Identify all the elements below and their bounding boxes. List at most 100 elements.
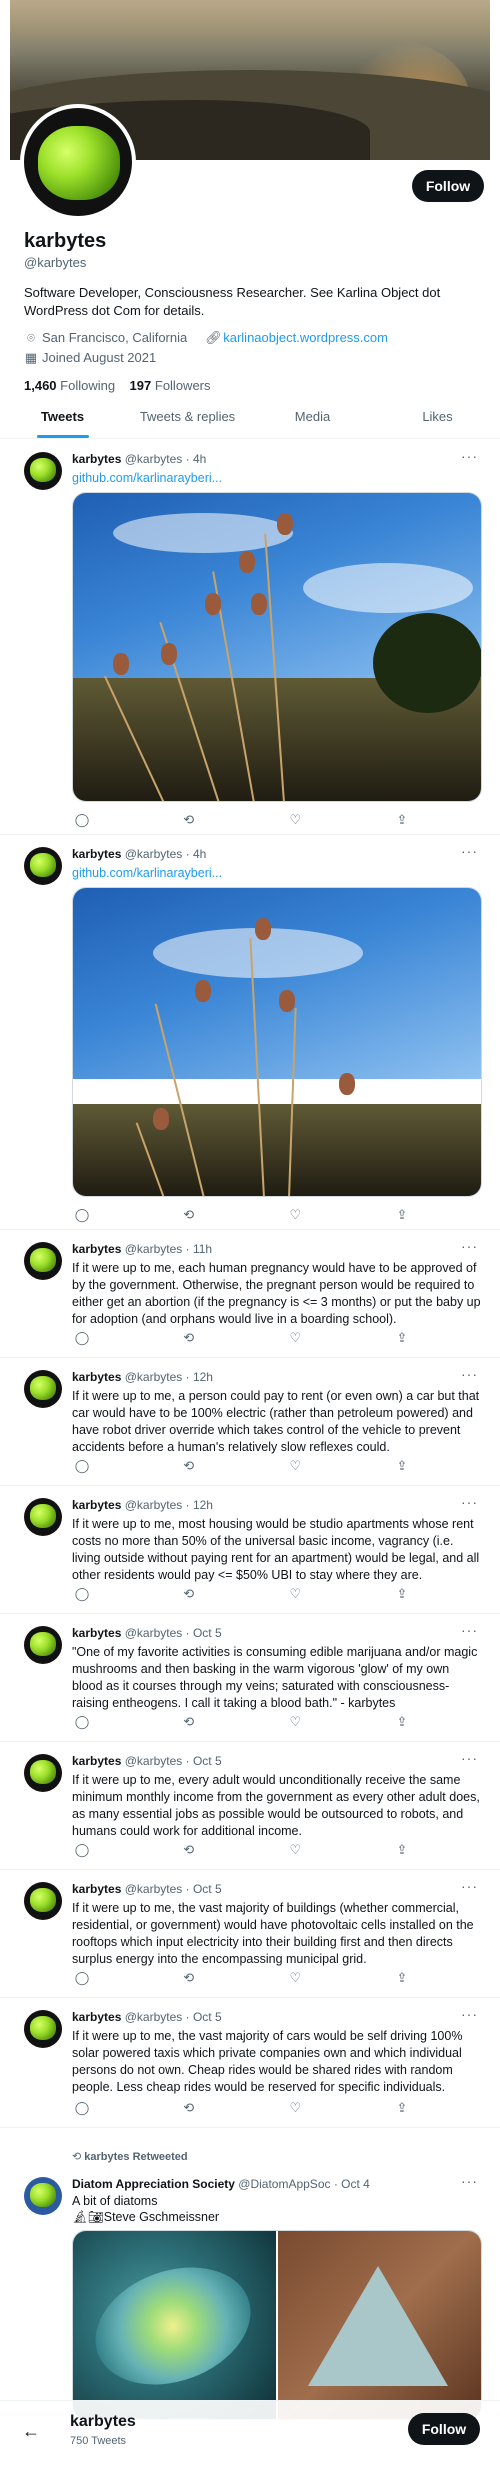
like-icon[interactable]: ♡ [285, 1586, 305, 1604]
avatar[interactable] [24, 1242, 62, 1280]
tweet[interactable]: karbytes @karbytes · 4h ··· github.com/k… [0, 835, 500, 1230]
reply-icon[interactable]: ◯ [72, 1586, 92, 1604]
tweet-text: If it were up to me, most housing would … [72, 1517, 480, 1582]
profile-handle: @karbytes [24, 255, 87, 270]
more-dots-icon[interactable]: ··· [461, 1622, 478, 1638]
share-icon[interactable]: ⇪ [392, 1842, 412, 1860]
profile-tabs: Tweets Tweets & replies Media Likes [0, 395, 500, 439]
more-dots-icon[interactable]: ··· [461, 1750, 478, 1766]
more-dots-icon[interactable]: ··· [461, 1494, 478, 1510]
share-icon[interactable]: ⇪ [392, 2100, 412, 2118]
share-icon[interactable]: ⇪ [392, 1970, 412, 1988]
more-dots-icon[interactable]: ··· [461, 1366, 478, 1382]
reply-icon[interactable]: ◯ [72, 1970, 92, 1988]
tweet-count: 750 Tweets [70, 2435, 127, 2447]
share-icon[interactable]: ⇪ [392, 1207, 412, 1225]
share-icon[interactable]: ⇪ [392, 1586, 412, 1604]
reply-icon[interactable]: ◯ [72, 1714, 92, 1732]
reply-icon[interactable]: ◯ [72, 1458, 92, 1476]
tweet[interactable]: karbytes @karbytes · 11h ··· If it were … [0, 1230, 500, 1358]
tweet-link[interactable]: github.com/karlinarayberi... [72, 865, 482, 882]
follow-button-sticky[interactable]: Follow [408, 2413, 480, 2445]
profile-avatar[interactable] [20, 104, 136, 220]
share-icon[interactable]: ⇪ [392, 1458, 412, 1476]
website-link[interactable]: karlinaobject.wordpress.com [223, 330, 388, 345]
share-icon[interactable]: ⇪ [392, 1714, 412, 1732]
retweet-icon[interactable]: ⟲ [179, 2100, 199, 2118]
like-icon[interactable]: ♡ [285, 1207, 305, 1225]
like-icon[interactable]: ♡ [285, 1714, 305, 1732]
avatar[interactable] [24, 1754, 62, 1792]
tweet-credit: 🔬︎📷︎Steve Gschmeissner [72, 2210, 220, 2224]
tweet-image[interactable] [72, 492, 482, 802]
retweet-icon[interactable]: ⟲ [179, 1970, 199, 1988]
tab-tweets[interactable]: Tweets [0, 395, 125, 438]
reply-icon[interactable]: ◯ [72, 812, 92, 830]
more-dots-icon[interactable]: ··· [461, 2173, 478, 2189]
tweet-actions: ◯ ⟲ ♡ ⇪ [72, 1207, 412, 1225]
profile-bio: Software Developer, Consciousness Resear… [24, 285, 441, 318]
website-item[interactable]: 🔗︎karlinaobject.wordpress.com [205, 330, 388, 346]
more-dots-icon[interactable]: ··· [461, 1238, 478, 1254]
reply-icon[interactable]: ◯ [72, 1207, 92, 1225]
avatar[interactable] [24, 1370, 62, 1408]
retweet-icon[interactable]: ⟲ [179, 1842, 199, 1860]
avatar[interactable] [24, 2010, 62, 2048]
retweet-icon[interactable]: ⟲ [179, 1207, 199, 1225]
calendar-icon: ▦ [24, 350, 38, 365]
avatar[interactable] [24, 1626, 62, 1664]
more-dots-icon[interactable]: ··· [461, 843, 478, 859]
camera-icon: 🔬︎📷︎ [72, 2210, 104, 2224]
tweet[interactable]: karbytes @karbytes · 12h ··· If it were … [0, 1358, 500, 1486]
tweet-image[interactable] [72, 2230, 482, 2420]
tab-likes[interactable]: Likes [375, 395, 500, 438]
avatar[interactable] [24, 452, 62, 490]
reply-icon[interactable]: ◯ [72, 2100, 92, 2118]
reply-icon[interactable]: ◯ [72, 1330, 92, 1348]
like-icon[interactable]: ♡ [285, 1458, 305, 1476]
retweet-icon[interactable]: ⟲ [179, 1586, 199, 1604]
more-dots-icon[interactable]: ··· [461, 1878, 478, 1894]
more-dots-icon[interactable]: ··· [461, 2006, 478, 2022]
followers-link[interactable]: 197 Followers [130, 378, 211, 393]
like-icon[interactable]: ♡ [285, 1330, 305, 1348]
tweet-actions: ◯ ⟲ ♡ ⇪ [72, 2100, 412, 2118]
avatar[interactable] [24, 2177, 62, 2215]
follow-button[interactable]: Follow [412, 170, 484, 202]
avatar[interactable] [24, 1498, 62, 1536]
retweet-icon[interactable]: ⟲ [179, 1714, 199, 1732]
tab-media[interactable]: Media [250, 395, 375, 438]
tweet-link[interactable]: github.com/karlinarayberi... [72, 470, 482, 487]
tweet-text: If it were up to me, a person could pay … [72, 1389, 480, 1454]
like-icon[interactable]: ♡ [285, 1970, 305, 1988]
sticky-name: karbytes [70, 2413, 136, 2430]
tweet[interactable]: karbytes @karbytes · Oct 5 ··· If it wer… [0, 1998, 500, 2128]
tweet[interactable]: karbytes @karbytes · Oct 5 ··· If it wer… [0, 1742, 500, 1870]
tweet[interactable]: karbytes @karbytes · Oct 5 ··· If it wer… [0, 1870, 500, 1998]
retweet-icon[interactable]: ⟲ [179, 1330, 199, 1348]
tweet-image[interactable] [72, 887, 482, 1197]
tweet-text: If it were up to me, the vast majority o… [72, 2029, 463, 2094]
tweet-actions: ◯ ⟲ ♡ ⇪ [72, 1714, 412, 1732]
retweet-icon[interactable]: ⟲ [179, 1458, 199, 1476]
share-icon[interactable]: ⇪ [392, 1330, 412, 1348]
like-icon[interactable]: ♡ [285, 1842, 305, 1860]
like-icon[interactable]: ♡ [285, 2100, 305, 2118]
tweet[interactable]: karbytes @karbytes · Oct 5 ··· "One of m… [0, 1614, 500, 1742]
back-arrow-icon[interactable]: ← [22, 2421, 40, 2442]
following-link[interactable]: 1,460 Following [24, 378, 115, 393]
profile-name: karbytes [24, 230, 107, 252]
share-icon[interactable]: ⇪ [392, 812, 412, 830]
avatar[interactable] [24, 1882, 62, 1920]
tab-tweets-replies[interactable]: Tweets & replies [125, 395, 250, 438]
link-icon: 🔗︎ [205, 330, 222, 345]
like-icon[interactable]: ♡ [285, 812, 305, 830]
reply-icon[interactable]: ◯ [72, 1842, 92, 1860]
tweet-text: If it were up to me, the vast majority o… [72, 1901, 474, 1966]
location-icon: ⌾ [27, 330, 35, 345]
tweet[interactable]: karbytes @karbytes · 12h ··· If it were … [0, 1486, 500, 1614]
tweet[interactable]: karbytes @karbytes · 4h ··· github.com/k… [0, 440, 500, 835]
more-dots-icon[interactable]: ··· [461, 448, 478, 464]
avatar[interactable] [24, 847, 62, 885]
retweet-icon[interactable]: ⟲ [179, 812, 199, 830]
